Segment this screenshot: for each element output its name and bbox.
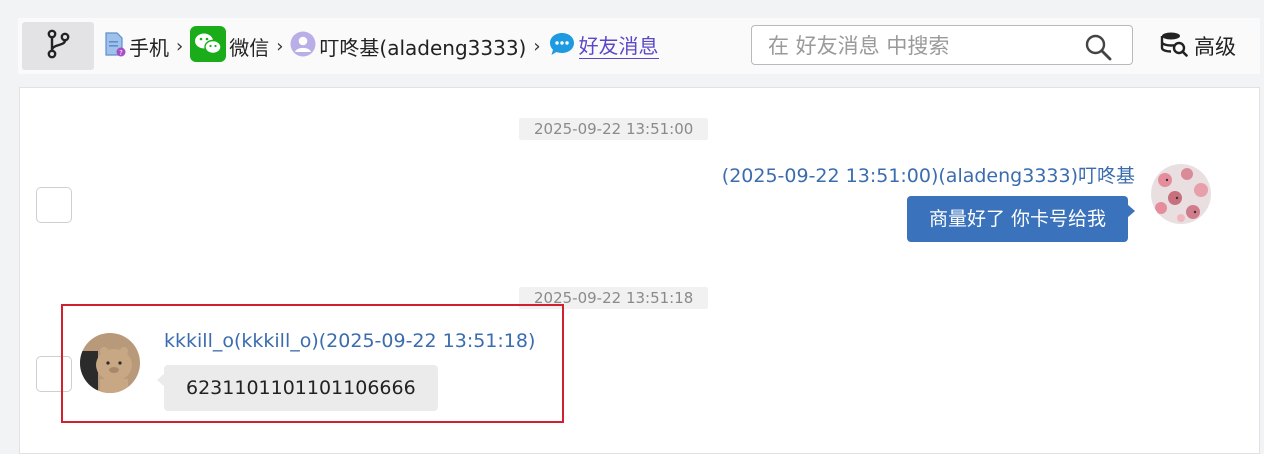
- advanced-search-button[interactable]: 高级: [1160, 28, 1236, 64]
- chat-bubble-icon: [548, 30, 576, 63]
- wechat-icon: [190, 25, 227, 67]
- breadcrumb-phone[interactable]: ? 手机: [104, 31, 169, 62]
- message-bubble-incoming[interactable]: 6231101101101106666: [157, 365, 438, 411]
- breadcrumb-phone-label: 手机: [129, 35, 169, 60]
- breadcrumb-separator: ›: [276, 35, 284, 57]
- breadcrumb-separator: ›: [533, 35, 541, 57]
- avatar[interactable]: [1151, 164, 1211, 224]
- message-sender-header: kkkill_o(kkkill_o)(2025-09-22 13:51:18): [164, 330, 536, 352]
- breadcrumb-separator: ›: [176, 35, 184, 57]
- breadcrumb-wechat[interactable]: 微信: [190, 25, 270, 67]
- timestamp-divider: 2025-09-22 13:51:18: [519, 287, 709, 309]
- avatar[interactable]: [80, 333, 140, 393]
- breadcrumb-friend-messages-label: 好友消息: [578, 33, 659, 59]
- user-avatar-icon: [290, 31, 316, 62]
- svg-text:?: ?: [119, 49, 123, 57]
- timestamp-divider: 2025-09-22 13:51:00: [519, 118, 709, 140]
- message-bubble-outgoing[interactable]: 商量好了 你卡号给我: [906, 196, 1136, 242]
- branch-icon: [45, 29, 71, 63]
- message-select-checkbox[interactable]: [36, 187, 72, 223]
- message-sender-header: (2025-09-22 13:51:00)(aladeng3333)叮咚基: [721, 165, 1135, 187]
- breadcrumb-friend-messages[interactable]: 好友消息: [548, 30, 659, 63]
- advanced-search-label: 高级: [1194, 35, 1236, 59]
- phone-doc-icon: ?: [104, 31, 126, 62]
- top-toolbar: ? 手机 › 微信 › 叮咚基(aladeng3333) › 好友消息 在 好友…: [18, 18, 1260, 74]
- breadcrumb-wechat-label: 微信: [229, 35, 270, 60]
- breadcrumb: ? 手机 › 微信 › 叮咚基(aladeng3333) › 好友消息: [104, 25, 659, 67]
- breadcrumb-account[interactable]: 叮咚基(aladeng3333): [290, 31, 526, 62]
- search-box: [751, 25, 1133, 65]
- message-panel: 2025-09-22 13:51:00 (2025-09-22 13:51:00…: [19, 87, 1260, 454]
- search-icon[interactable]: [1084, 33, 1112, 65]
- database-search-icon: [1160, 30, 1188, 63]
- breadcrumb-account-label: 叮咚基(aladeng3333): [319, 35, 527, 60]
- branch-button[interactable]: [22, 22, 94, 70]
- search-input[interactable]: [766, 31, 1070, 61]
- message-select-checkbox[interactable]: [36, 356, 72, 392]
